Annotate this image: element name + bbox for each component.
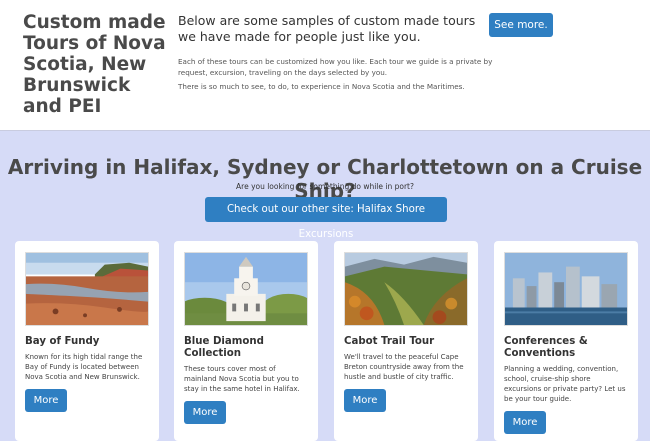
intro-paragraph-1: Each of these tours can be customized ho… [178, 57, 493, 77]
see-more-button[interactable]: See more. [489, 13, 553, 37]
intro-section: Custom made Tours of Nova Scotia, New Br… [0, 0, 650, 131]
more-button[interactable]: More [184, 401, 226, 424]
tour-card-blue-diamond: Blue Diamond Collection These tours cove… [174, 241, 318, 441]
card-description: Planning a wedding, convention, school, … [504, 365, 626, 403]
autumn-valley-photo[interactable] [344, 252, 468, 326]
card-description: We'll travel to the peaceful Cape Breton… [344, 353, 464, 381]
more-button[interactable]: More [504, 411, 546, 434]
cruise-subtext: Are you looking for something do while i… [236, 182, 414, 191]
card-description: Known for its high tidal range the Bay o… [25, 353, 143, 381]
tour-card-bay-of-fundy: Bay of Fundy Known for its high tidal ra… [15, 241, 159, 441]
tour-card-cabot-trail: Cabot Trail Tour We'll travel to the pea… [334, 241, 478, 441]
more-button[interactable]: More [344, 389, 386, 412]
tidal-flats-photo[interactable] [25, 252, 149, 326]
intro-paragraph-2: There is so much to see, to do, to exper… [178, 82, 465, 91]
more-button[interactable]: More [25, 389, 67, 412]
card-description: These tours cover most of mainland Nova … [184, 365, 300, 393]
card-title: Conferences & Conventions [504, 336, 588, 359]
page-title: Custom made Tours of Nova Scotia, New Br… [23, 12, 166, 117]
card-title: Bay of Fundy [25, 336, 100, 347]
card-title: Blue Diamond Collection [184, 336, 264, 359]
tour-card-conferences: Conferences & Conventions Planning a wed… [494, 241, 638, 441]
city-skyline-photo[interactable] [504, 252, 628, 326]
shore-excursions-button[interactable]: Check out our other site: Halifax Shore … [205, 197, 447, 240]
town-clock-photo[interactable] [184, 252, 308, 326]
intro-text: Below are some samples of custom made to… [178, 13, 476, 44]
cruise-heading: Arriving in Halifax, Sydney or Charlotte… [7, 155, 643, 203]
card-title: Cabot Trail Tour [344, 336, 435, 347]
